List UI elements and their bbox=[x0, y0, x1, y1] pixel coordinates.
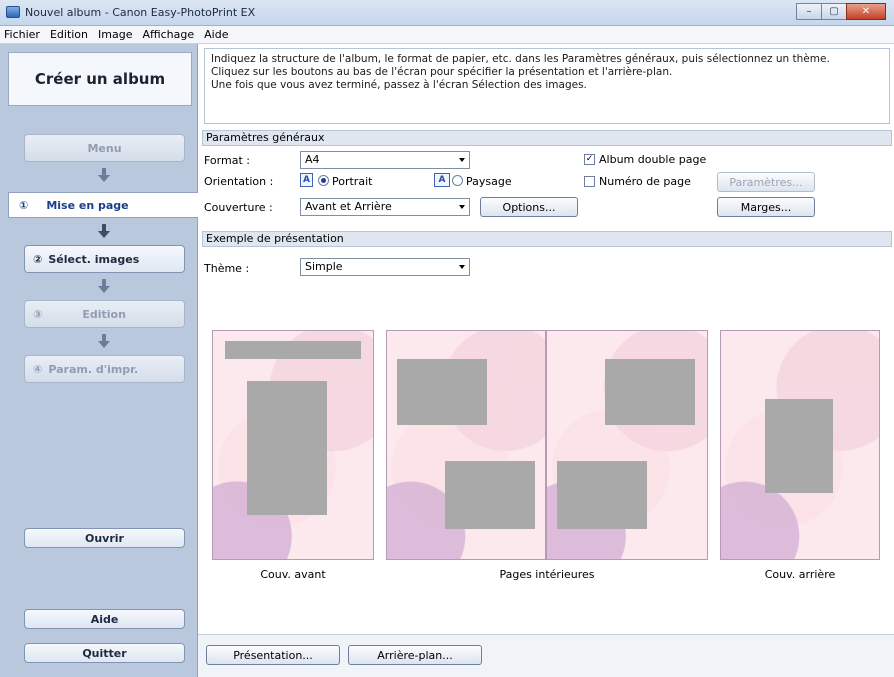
step-edition[interactable]: ③ Edition bbox=[24, 300, 185, 328]
step-arrow-icon bbox=[98, 334, 110, 350]
step-print-settings[interactable]: ④ Param. d'impr. bbox=[24, 355, 185, 383]
window-controls: – ▢ ✕ bbox=[796, 3, 886, 20]
background-button[interactable]: Arrière-plan... bbox=[348, 645, 482, 665]
format-value: A4 bbox=[305, 153, 320, 166]
margins-button[interactable]: Marges... bbox=[717, 197, 815, 217]
inner-right-page-preview bbox=[546, 330, 708, 560]
step-label: Edition bbox=[82, 307, 126, 321]
back-cover-preview bbox=[720, 330, 880, 560]
step-label: Mise en page bbox=[46, 198, 129, 212]
help-button[interactable]: Aide bbox=[24, 609, 185, 629]
format-label: Format : bbox=[204, 154, 250, 167]
menu-fichier[interactable]: Fichier bbox=[4, 28, 40, 41]
menu-button[interactable]: Menu bbox=[24, 134, 185, 162]
menu-bar: Fichier Edition Image Affichage Aide bbox=[0, 26, 894, 44]
double-page-checkbox[interactable]: ✓ bbox=[584, 154, 595, 165]
portrait-label: Portrait bbox=[332, 175, 373, 188]
theme-label: Thème : bbox=[204, 262, 250, 275]
instructions-box: Indiquez la structure de l'album, le for… bbox=[204, 48, 890, 124]
maximize-button[interactable]: ▢ bbox=[821, 3, 847, 20]
inner-pages-caption: Pages intérieures bbox=[499, 568, 595, 581]
landscape-radio[interactable] bbox=[452, 175, 463, 186]
step-label: Sélect. images bbox=[48, 252, 140, 266]
open-button[interactable]: Ouvrir bbox=[24, 528, 185, 548]
title-placeholder bbox=[225, 341, 361, 359]
landscape-icon: A bbox=[434, 173, 450, 187]
cover-value: Avant et Arrière bbox=[305, 200, 392, 213]
menu-edition[interactable]: Edition bbox=[50, 28, 88, 41]
app-icon bbox=[6, 6, 20, 18]
cover-label: Couverture : bbox=[204, 201, 273, 214]
layout-button[interactable]: Présentation... bbox=[206, 645, 340, 665]
menu-affichage[interactable]: Affichage bbox=[142, 28, 194, 41]
chevron-down-icon bbox=[459, 265, 465, 269]
image-placeholder bbox=[247, 381, 327, 515]
instruction-line: Cliquez sur les boutons au bas de l'écra… bbox=[211, 66, 673, 78]
step-arrow-icon bbox=[98, 224, 110, 240]
image-placeholder bbox=[557, 461, 647, 529]
bottom-toolbar: Présentation... Arrière-plan... bbox=[198, 634, 894, 677]
chevron-down-icon bbox=[459, 158, 465, 162]
page-number-settings-button[interactable]: Paramètres... bbox=[717, 172, 815, 192]
image-placeholder bbox=[445, 461, 535, 529]
chevron-down-icon bbox=[459, 205, 465, 209]
portrait-radio[interactable] bbox=[318, 175, 329, 186]
step-number: ④ bbox=[33, 362, 43, 376]
step-number: ③ bbox=[33, 307, 43, 321]
front-cover-caption: Couv. avant bbox=[260, 568, 326, 581]
portrait-icon: A bbox=[300, 173, 313, 187]
layout-example-heading: Exemple de présentation bbox=[202, 231, 892, 247]
close-button[interactable]: ✕ bbox=[846, 3, 886, 20]
orientation-label: Orientation : bbox=[204, 175, 274, 188]
step-arrow-icon bbox=[98, 168, 110, 184]
image-placeholder bbox=[765, 399, 833, 493]
menu-aide[interactable]: Aide bbox=[204, 28, 228, 41]
general-settings-heading: Paramètres généraux bbox=[202, 130, 892, 146]
step-layout[interactable]: ① Mise en page bbox=[8, 192, 198, 218]
sidebar: Créer un album Menu ① Mise en page ② Sél… bbox=[0, 44, 198, 677]
window-title: Nouvel album - Canon Easy-PhotoPrint EX bbox=[25, 6, 256, 19]
step-number: ② bbox=[33, 252, 43, 266]
inner-left-page-preview bbox=[386, 330, 546, 560]
image-placeholder bbox=[605, 359, 695, 425]
minimize-button[interactable]: – bbox=[796, 3, 822, 20]
page-number-label: Numéro de page bbox=[599, 175, 691, 188]
options-button[interactable]: Options... bbox=[480, 197, 578, 217]
step-number: ① bbox=[19, 198, 29, 212]
theme-value: Simple bbox=[305, 260, 343, 273]
landscape-label: Paysage bbox=[466, 175, 512, 188]
format-select[interactable]: A4 bbox=[300, 151, 470, 169]
double-page-label: Album double page bbox=[599, 153, 707, 166]
instruction-line: Indiquez la structure de l'album, le for… bbox=[211, 53, 830, 65]
image-placeholder bbox=[397, 359, 487, 425]
front-cover-preview bbox=[212, 330, 374, 560]
quit-button[interactable]: Quitter bbox=[24, 643, 185, 663]
theme-select[interactable]: Simple bbox=[300, 258, 470, 276]
page-number-checkbox[interactable] bbox=[584, 176, 595, 187]
step-label: Param. d'impr. bbox=[48, 362, 139, 376]
main-panel: Indiquez la structure de l'album, le for… bbox=[198, 44, 894, 677]
back-cover-caption: Couv. arrière bbox=[764, 568, 836, 581]
menu-image[interactable]: Image bbox=[98, 28, 132, 41]
cover-select[interactable]: Avant et Arrière bbox=[300, 198, 470, 216]
sidebar-title: Créer un album bbox=[8, 52, 192, 106]
step-select-images[interactable]: ② Sélect. images bbox=[24, 245, 185, 273]
step-arrow-icon bbox=[98, 279, 110, 295]
title-bar: Nouvel album - Canon Easy-PhotoPrint EX … bbox=[0, 0, 894, 26]
instruction-line: Une fois que vous avez terminé, passez à… bbox=[211, 79, 587, 91]
